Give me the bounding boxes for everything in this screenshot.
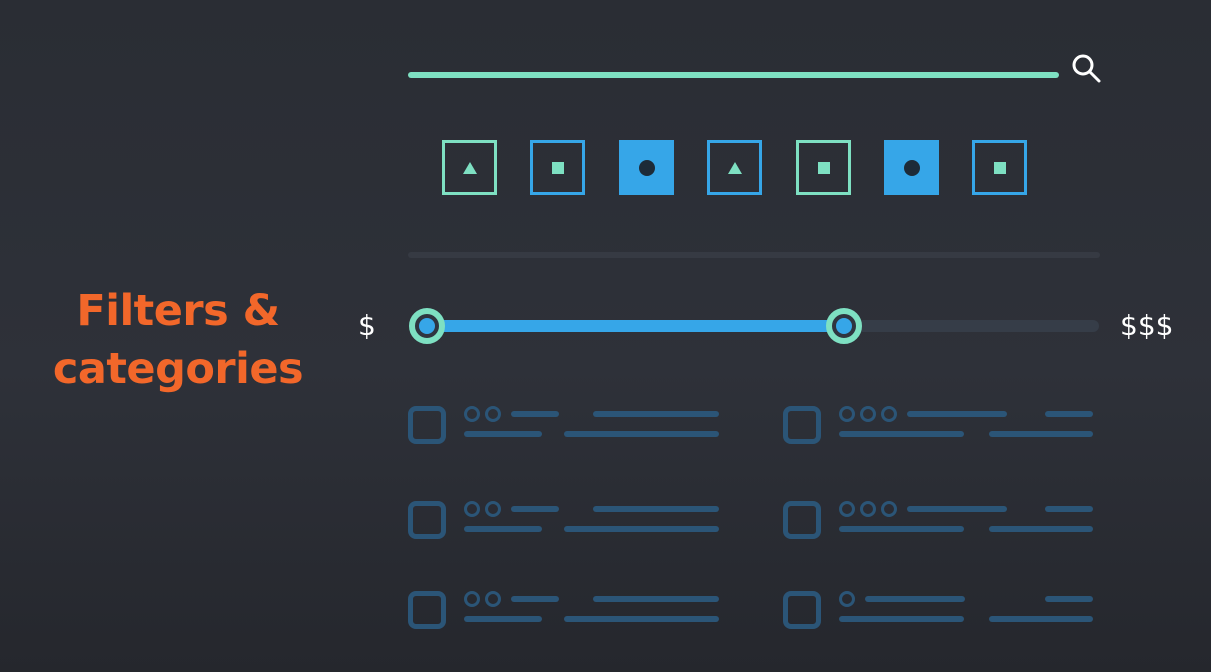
category-tile-circle[interactable] bbox=[619, 140, 674, 195]
rating-dot bbox=[839, 406, 855, 422]
category-tile-square[interactable] bbox=[972, 140, 1027, 195]
rating-dot bbox=[839, 591, 855, 607]
triangle-icon bbox=[726, 160, 744, 176]
handle-min-dot bbox=[419, 318, 435, 334]
handle-max-dot bbox=[835, 318, 852, 334]
result-meta-bar bbox=[464, 616, 542, 622]
section-heading: Filters & categories bbox=[40, 282, 316, 398]
result-tag-bar bbox=[1045, 596, 1093, 602]
rating-dot bbox=[881, 501, 897, 517]
result-title-bar bbox=[511, 506, 559, 512]
result-rating bbox=[839, 501, 897, 517]
square-icon bbox=[551, 161, 565, 175]
result-meta-bar bbox=[464, 431, 542, 437]
category-tile-triangle[interactable] bbox=[442, 140, 497, 195]
result-meta-bar bbox=[839, 616, 964, 622]
result-item[interactable] bbox=[408, 497, 728, 547]
result-thumbnail bbox=[783, 591, 821, 629]
price-slider-min-handle[interactable] bbox=[409, 308, 445, 344]
rating-dot bbox=[860, 406, 876, 422]
square-icon bbox=[993, 161, 1007, 175]
result-rating bbox=[464, 406, 501, 422]
result-rating bbox=[839, 591, 855, 607]
result-rating bbox=[464, 501, 501, 517]
result-title-bar bbox=[511, 411, 559, 417]
result-item[interactable] bbox=[783, 497, 1103, 547]
result-item[interactable] bbox=[408, 402, 728, 452]
circle-icon bbox=[903, 159, 921, 177]
price-max-label: $$$ bbox=[1120, 309, 1174, 342]
search-input[interactable] bbox=[408, 72, 1059, 78]
result-meta-bar bbox=[839, 431, 964, 437]
category-tile-square[interactable] bbox=[530, 140, 585, 195]
heading-line-1: Filters & bbox=[76, 286, 280, 336]
search-icon[interactable] bbox=[1068, 50, 1104, 86]
triangle-icon bbox=[461, 160, 479, 176]
result-thumbnail bbox=[408, 501, 446, 539]
category-tile-square[interactable] bbox=[796, 140, 851, 195]
square-icon bbox=[817, 161, 831, 175]
result-tag-bar bbox=[593, 411, 719, 417]
result-desc-bar bbox=[564, 431, 719, 437]
result-tag-bar bbox=[1045, 506, 1093, 512]
result-tag-bar bbox=[1045, 411, 1093, 417]
divider bbox=[408, 252, 1100, 258]
result-meta-bar bbox=[464, 526, 542, 532]
result-desc-bar bbox=[564, 616, 719, 622]
price-slider-max-handle[interactable] bbox=[825, 308, 862, 344]
rating-dot bbox=[485, 501, 501, 517]
result-tag-bar bbox=[593, 506, 719, 512]
rating-dot bbox=[485, 591, 501, 607]
price-min-label: $ bbox=[358, 309, 376, 342]
result-title-bar bbox=[907, 411, 1007, 417]
price-slider-range bbox=[427, 320, 844, 332]
result-meta-bar bbox=[839, 526, 964, 532]
result-desc-bar bbox=[989, 526, 1093, 532]
rating-dot bbox=[881, 406, 897, 422]
result-item[interactable] bbox=[783, 402, 1103, 452]
result-title-bar bbox=[865, 596, 965, 602]
result-thumbnail bbox=[408, 406, 446, 444]
result-desc-bar bbox=[989, 431, 1093, 437]
result-title-bar bbox=[511, 596, 559, 602]
result-thumbnail bbox=[783, 501, 821, 539]
result-desc-bar bbox=[564, 526, 719, 532]
result-thumbnail bbox=[783, 406, 821, 444]
result-rating bbox=[839, 406, 897, 422]
result-item[interactable] bbox=[783, 587, 1103, 637]
heading-line-2: categories bbox=[52, 344, 304, 394]
rating-dot bbox=[464, 591, 480, 607]
rating-dot bbox=[860, 501, 876, 517]
result-tag-bar bbox=[593, 596, 719, 602]
rating-dot bbox=[485, 406, 501, 422]
result-title-bar bbox=[907, 506, 1007, 512]
category-tile-triangle[interactable] bbox=[707, 140, 762, 195]
result-rating bbox=[464, 591, 501, 607]
circle-icon bbox=[638, 159, 656, 177]
result-desc-bar bbox=[989, 616, 1093, 622]
rating-dot bbox=[464, 501, 480, 517]
rating-dot bbox=[464, 406, 480, 422]
result-thumbnail bbox=[408, 591, 446, 629]
result-item[interactable] bbox=[408, 587, 728, 637]
rating-dot bbox=[839, 501, 855, 517]
category-tile-circle[interactable] bbox=[884, 140, 939, 195]
